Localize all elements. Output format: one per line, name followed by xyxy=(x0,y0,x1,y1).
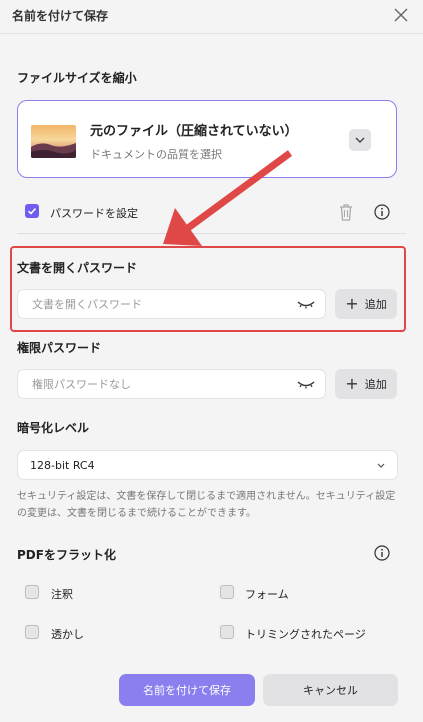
permission-password-input[interactable] xyxy=(30,376,297,392)
plus-icon: + xyxy=(345,374,359,393)
set-password-label: パスワードを設定 xyxy=(50,207,138,220)
chevron-down-icon[interactable] xyxy=(349,129,371,151)
checkmark-icon xyxy=(27,207,37,215)
eye-hidden-icon[interactable] xyxy=(297,375,315,394)
open-password-field[interactable] xyxy=(17,289,326,319)
permission-password-field[interactable] xyxy=(17,369,326,399)
flatten-cropped-pages-checkbox[interactable] xyxy=(220,625,234,639)
header-divider xyxy=(0,33,423,34)
flatten-watermark-label: 透かし xyxy=(51,628,84,641)
add-button-label: 追加 xyxy=(364,378,387,391)
info-icon[interactable] xyxy=(374,545,390,561)
compression-option-subtitle: ドキュメントの品質を選択 xyxy=(90,148,222,161)
open-password-heading: 文書を開くパスワード xyxy=(17,261,138,275)
flatten-watermark-checkbox[interactable] xyxy=(25,625,39,639)
compression-option-title: 元のファイル（圧縮されていない） xyxy=(90,124,298,139)
permission-password-heading: 権限パスワード xyxy=(17,341,102,355)
chevron-down-icon xyxy=(377,463,385,468)
compression-option-card[interactable]: 元のファイル（圧縮されていない） ドキュメントの品質を選択 xyxy=(17,100,397,178)
add-open-password-button[interactable]: + 追加 xyxy=(335,289,397,319)
plus-icon: + xyxy=(345,294,359,313)
encryption-heading: 暗号化レベル xyxy=(17,421,90,435)
trash-icon[interactable] xyxy=(337,202,355,222)
encryption-level-select[interactable]: 128-bit RC4 xyxy=(17,450,398,480)
set-password-checkbox[interactable] xyxy=(25,204,39,218)
add-permission-password-button[interactable]: + 追加 xyxy=(335,369,397,399)
password-divider xyxy=(17,233,406,234)
flatten-forms-checkbox[interactable] xyxy=(220,585,234,599)
save-as-button[interactable]: 名前を付けて保存 xyxy=(119,674,255,706)
eye-hidden-icon[interactable] xyxy=(297,295,315,314)
dialog-title: 名前を付けて保存 xyxy=(12,9,109,23)
close-icon[interactable] xyxy=(393,7,409,23)
flatten-heading: PDFをフラット化 xyxy=(17,548,116,562)
compress-heading: ファイルサイズを縮小 xyxy=(17,71,137,85)
flatten-forms-label: フォーム xyxy=(245,588,289,601)
file-thumbnail xyxy=(31,125,76,158)
open-password-input[interactable] xyxy=(30,296,297,312)
add-button-label: 追加 xyxy=(364,298,387,311)
flatten-annotations-label: 注釈 xyxy=(51,588,73,601)
flatten-annotations-checkbox[interactable] xyxy=(25,585,39,599)
cancel-button[interactable]: キャンセル xyxy=(263,674,398,706)
encryption-note: セキュリティ設定は、文書を保存して閉じるまで適用されません。セキュリティ設定の変… xyxy=(17,491,396,519)
flatten-cropped-pages-label: トリミングされたページ xyxy=(245,628,366,641)
info-icon[interactable] xyxy=(374,204,390,220)
encryption-level-value: 128-bit RC4 xyxy=(30,458,95,472)
